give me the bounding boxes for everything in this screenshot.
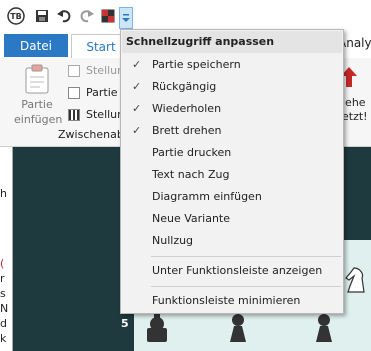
game-icon [68, 86, 80, 99]
clipboard-group-label: Zwischenabl [58, 128, 127, 141]
undo-icon[interactable] [54, 6, 74, 26]
notation-fragment: d [0, 317, 7, 330]
menu-separator [151, 286, 341, 287]
paste-game-button[interactable]: Partie einfügen [14, 97, 63, 127]
ribbon-row-game[interactable]: Partie [68, 86, 118, 99]
customize-quick-access-menu: Schnellzugriff anpassen ✓ Partie speiche… [120, 29, 344, 314]
paste-label-line1: Partie [21, 98, 53, 111]
tab-file[interactable]: Datei [4, 34, 68, 57]
white-knight-icon[interactable] [342, 264, 370, 297]
black-pawn-icon[interactable] [312, 312, 336, 347]
svg-text:TB: TB [10, 12, 22, 21]
menu-item-label: Diagramm einfügen [152, 190, 262, 203]
menu-item-flip-board[interactable]: ✓ Brett drehen [122, 120, 342, 142]
notation-fragment: r [0, 272, 5, 285]
left-notation-panel: h ( r s N d k [0, 147, 13, 351]
notation-fragment: N [0, 302, 9, 315]
menu-item-new-variation[interactable]: Neue Variante [122, 208, 342, 230]
rank-label: 5 [121, 317, 129, 330]
menu-item-undo[interactable]: ✓ Rückgängig [122, 76, 342, 98]
ribbon-row-label: Partie [86, 86, 118, 99]
flip-board-icon[interactable] [98, 6, 118, 26]
menu-item-label: Funktionsleiste minimieren [152, 294, 301, 307]
paste-label-line2: einfügen [14, 113, 63, 126]
menu-item-label: Brett drehen [152, 124, 222, 137]
menu-item-label: Nullzug [152, 234, 194, 247]
menu-item-label: Rückgängig [152, 80, 217, 93]
menu-item-redo[interactable]: ✓ Wiederholen [122, 98, 342, 120]
notation-fragment: ( [0, 257, 5, 270]
ribbon-row-position-1[interactable]: Stellur [68, 64, 122, 77]
menu-item-save-game[interactable]: ✓ Partie speichern [122, 54, 342, 76]
right-label-line2: etzt! [342, 110, 368, 123]
menu-item-minimize-ribbon[interactable]: Funktionsleiste minimieren [122, 290, 342, 312]
customize-dropdown-icon[interactable] [119, 7, 133, 29]
menu-item-label: Wiederholen [152, 102, 222, 115]
redo-icon[interactable] [77, 6, 97, 26]
menu-separator [151, 256, 341, 257]
right-button-label[interactable]: iehe etzt! [342, 96, 368, 124]
ribbon-row-position-2[interactable]: Stellur [68, 108, 122, 121]
notation-fragment: s [0, 287, 6, 300]
checkmark-icon: ✓ [132, 80, 142, 93]
menu-item-label: Neue Variante [152, 212, 231, 225]
menu-item-text-after-move[interactable]: Text nach Zug [122, 164, 342, 186]
notation-fragment: k [0, 332, 7, 345]
position-grid-icon [68, 108, 80, 121]
menu-item-insert-diagram[interactable]: Diagramm einfügen [122, 186, 342, 208]
menu-item-label: Text nach Zug [152, 168, 230, 181]
right-label-line1: iehe [342, 96, 366, 109]
checkmark-icon: ✓ [132, 102, 142, 115]
ribbon-row-label: Stellur [86, 108, 122, 121]
menu-item-label: Partie drucken [152, 146, 232, 159]
menu-item-label: Unter Funktionsleiste anzeigen [152, 264, 323, 277]
checkmark-icon: ✓ [132, 58, 142, 71]
save-icon[interactable] [32, 6, 52, 26]
notation-fragment: h [0, 187, 7, 200]
checkmark-icon: ✓ [132, 124, 142, 137]
menu-item-show-below-ribbon[interactable]: Unter Funktionsleiste anzeigen [122, 260, 342, 282]
app-logo-icon[interactable]: TB [6, 6, 26, 26]
menu-title: Schnellzugriff anpassen [122, 31, 342, 53]
menu-item-null-move[interactable]: Nullzug [122, 230, 342, 252]
black-pawn-icon[interactable] [226, 312, 250, 347]
ribbon-row-label: Stellur [86, 64, 122, 77]
menu-item-label: Partie speichern [152, 58, 241, 71]
position-icon [68, 64, 80, 77]
paste-game-icon[interactable] [24, 64, 50, 94]
menu-item-print-game[interactable]: Partie drucken [122, 142, 342, 164]
